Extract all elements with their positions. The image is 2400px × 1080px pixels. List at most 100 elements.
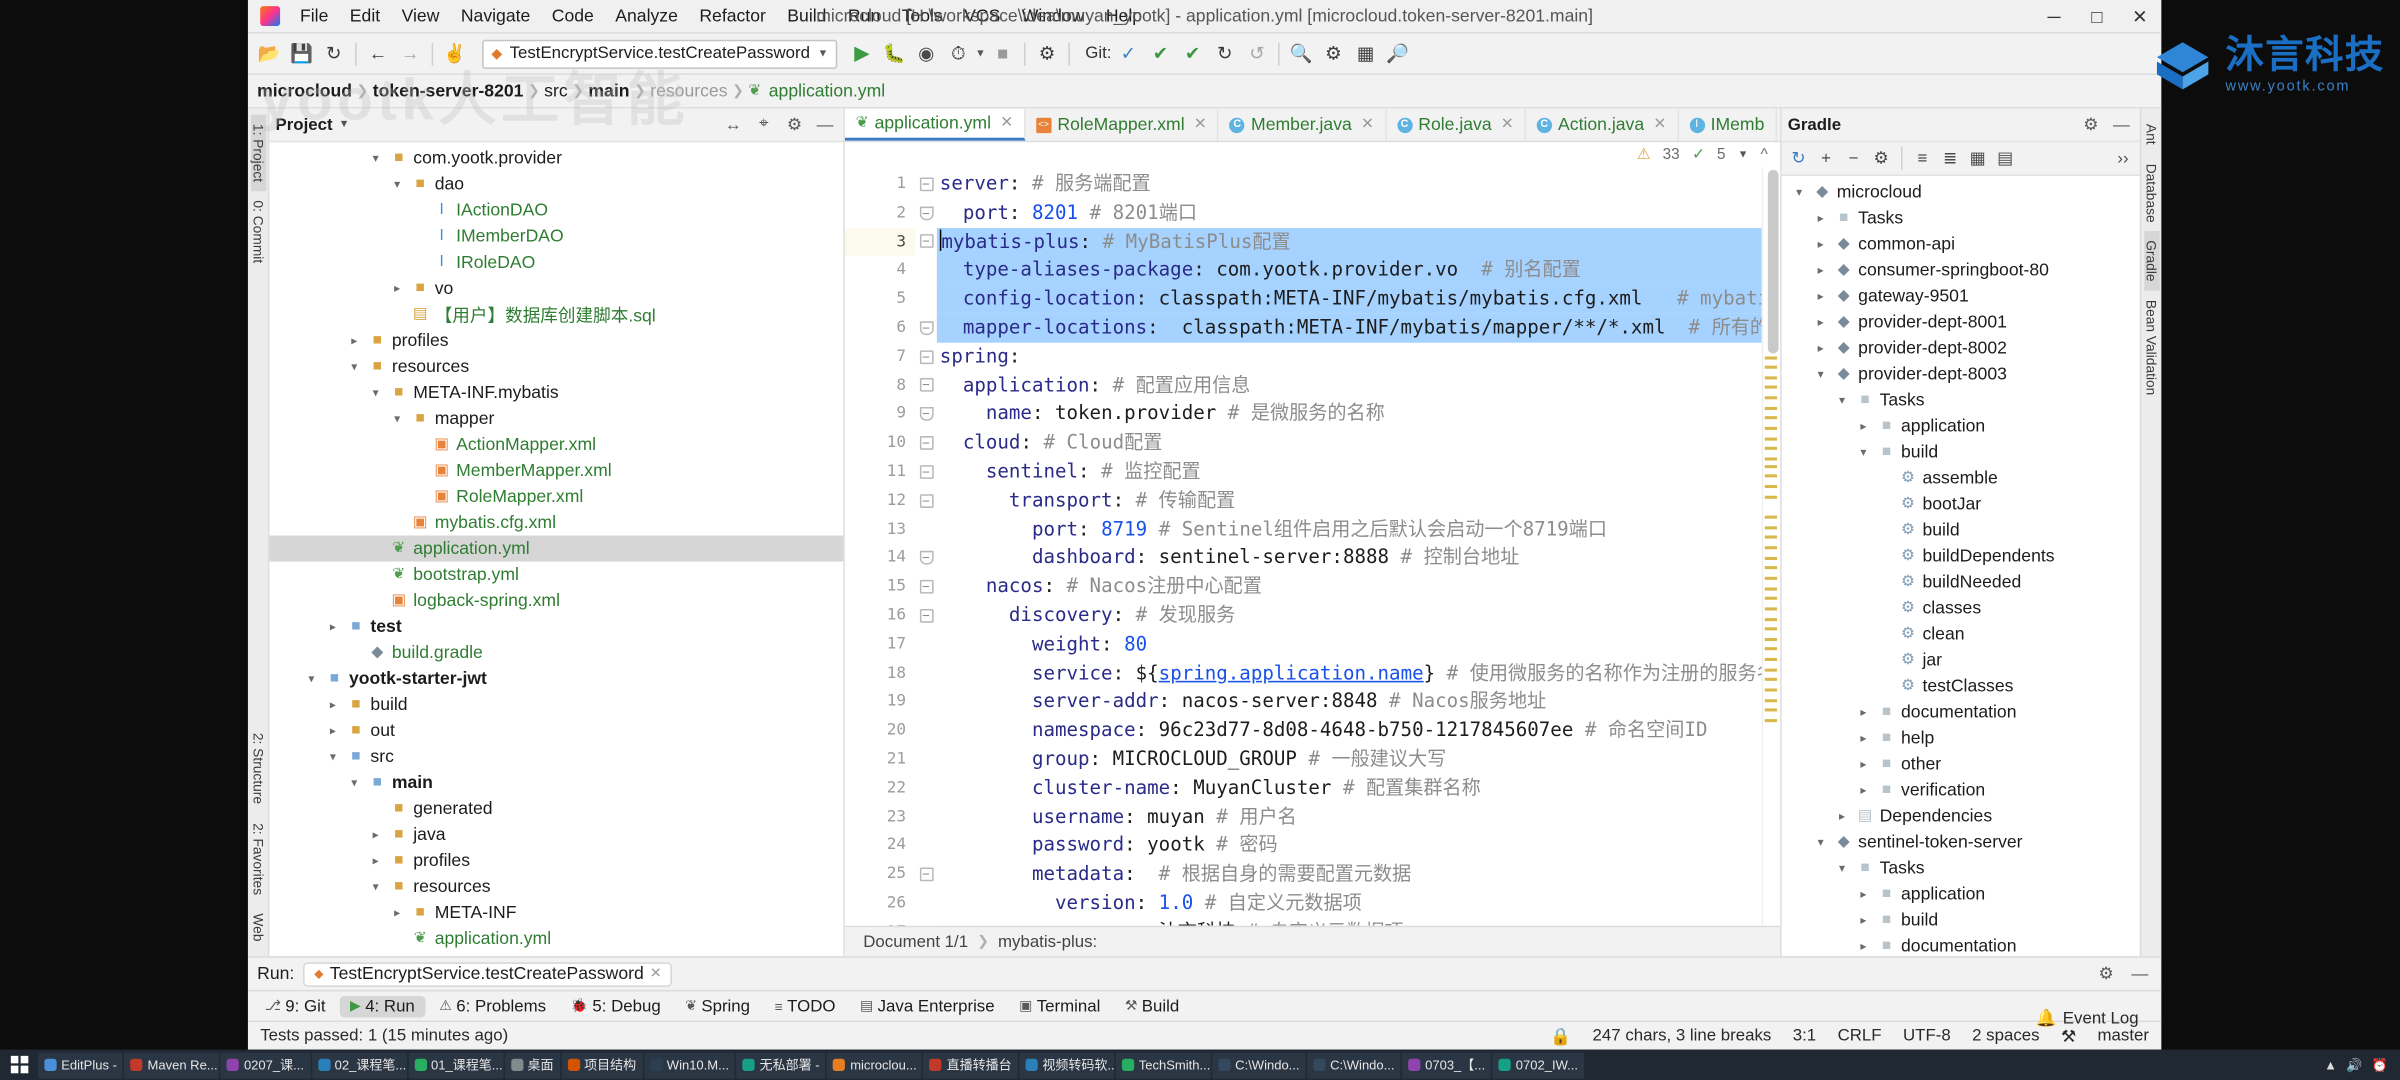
fold-marker-slot[interactable]: [915, 745, 936, 774]
code-line[interactable]: mybatis-plus: # MyBatisPlus配置: [936, 227, 1762, 257]
gradle-tree-row[interactable]: ⚙ assemble: [1782, 465, 2140, 491]
chevron-right-icon[interactable]: ▸: [389, 906, 406, 920]
scrollbar-thumb[interactable]: [1767, 169, 1779, 354]
fold-collapse-icon[interactable]: −: [919, 867, 933, 882]
lock-icon[interactable]: 🔒: [1550, 1026, 1571, 1045]
tree-row[interactable]: ▸ ■ test: [269, 614, 843, 640]
tray-network-icon[interactable]: ▲: [2324, 1056, 2337, 1073]
chevron-right-icon[interactable]: ▸: [1812, 211, 1829, 225]
breadcrumb-item-main[interactable]: main: [588, 82, 629, 100]
add-icon[interactable]: +: [1814, 146, 1838, 170]
fold-marker-slot[interactable]: −: [915, 486, 936, 515]
chevron-down-icon[interactable]: ▾: [1812, 367, 1829, 381]
find-icon[interactable]: 🔎: [1382, 38, 1413, 69]
close-icon[interactable]: ✕: [650, 965, 662, 982]
editor-scrollbar[interactable]: [1766, 167, 1780, 926]
collapse-all-icon[interactable]: ≡: [1910, 146, 1934, 170]
hide-icon[interactable]: —: [2109, 112, 2133, 136]
taskbar-item[interactable]: 0703_【...: [1402, 1051, 1492, 1078]
fold-gutter[interactable]: − − − − − − − − − − − − − −: [915, 166, 937, 926]
locate-icon[interactable]: ⌖: [752, 112, 776, 136]
taskbar-item[interactable]: 02_课程笔...: [311, 1051, 407, 1078]
git-history-icon[interactable]: ↻: [1209, 38, 1240, 69]
fold-collapse-icon[interactable]: −: [919, 579, 933, 594]
close-tab-icon[interactable]: ✕: [1361, 116, 1374, 133]
save-all-icon[interactable]: 💾: [286, 38, 317, 69]
gradle-tree-row[interactable]: ⚙ testClasses: [1782, 673, 2140, 699]
git-commit-icon[interactable]: ✔: [1145, 38, 1176, 69]
git-push-icon[interactable]: ✔: [1177, 38, 1208, 69]
sidebar-tab-gradle[interactable]: Gradle: [2143, 231, 2159, 291]
toggle-offline-icon[interactable]: ▦: [1965, 146, 1989, 170]
code-line[interactable]: config-location: classpath:META-INF/myba…: [936, 284, 1762, 314]
sync-icon[interactable]: ↻: [318, 38, 349, 69]
code-line[interactable]: username: muyan # 用户名: [937, 803, 1762, 832]
gradle-tree-row[interactable]: ▸ ■ build: [1782, 907, 2140, 933]
taskbar-item[interactable]: TechSmith...: [1115, 1051, 1211, 1078]
fold-end-icon[interactable]: −: [919, 551, 933, 565]
fold-marker-slot[interactable]: −: [915, 371, 936, 400]
profile-icon[interactable]: ⏱: [943, 38, 974, 69]
fold-marker-slot[interactable]: [915, 803, 936, 832]
editor-tab-role-java[interactable]: C Role.java ✕: [1386, 108, 1526, 141]
code-line[interactable]: server: # 服务端配置: [937, 170, 1762, 199]
bottom-tab-spring[interactable]: ❦ Spring: [674, 995, 760, 1016]
taskbar-item[interactable]: C:\Windo...: [1212, 1051, 1306, 1078]
close-tab-icon[interactable]: ✕: [1194, 116, 1207, 133]
taskbar-item[interactable]: 01_课程笔...: [408, 1051, 503, 1078]
gradle-tree-row[interactable]: ▸ ■ documentation: [1782, 933, 2140, 956]
chevron-down-icon[interactable]: ▾: [367, 880, 384, 894]
sidebar-tab-database[interactable]: Database: [2144, 154, 2159, 231]
breadcrumb-item-src[interactable]: src: [544, 82, 567, 100]
menu-item-vcs[interactable]: VCS: [953, 4, 1011, 28]
chevron-right-icon[interactable]: ▸: [1855, 757, 1872, 771]
run-tab[interactable]: ◆ TestEncryptService.testCreatePassword …: [303, 961, 673, 987]
run-coverage-icon[interactable]: ◉: [911, 38, 942, 69]
taskbar-item[interactable]: 0207_课...: [220, 1051, 311, 1078]
sidebar-tab-favorites[interactable]: 2: Favorites: [250, 813, 265, 903]
tree-row[interactable]: ▣ logback-spring.xml: [269, 588, 843, 614]
git-rollback-icon[interactable]: ↺: [1242, 38, 1273, 69]
tree-row[interactable]: ◆ build.gradle: [269, 640, 843, 666]
caret-position[interactable]: 3:1: [1793, 1027, 1816, 1045]
chevron-right-icon[interactable]: ▸: [1855, 705, 1872, 719]
gear-icon[interactable]: ⚙: [2094, 962, 2118, 986]
tree-row[interactable]: ▾ ■ resources: [269, 353, 843, 379]
code-line[interactable]: port: 8201 # 8201端口: [937, 199, 1762, 228]
menu-item-view[interactable]: View: [391, 4, 450, 28]
code-line[interactable]: application: # 配置应用信息: [937, 371, 1762, 400]
chevron-down-icon[interactable]: ▾: [367, 151, 384, 165]
menu-item-analyze[interactable]: Analyze: [605, 4, 689, 28]
tree-row[interactable]: I IRoleDAO: [269, 249, 843, 275]
editor-tab-rolemapper-xml[interactable]: <> RoleMapper.xml ✕: [1025, 108, 1219, 141]
gradle-tree-row[interactable]: ▾ ◆ provider-dept-8003: [1782, 361, 2140, 387]
start-button-icon[interactable]: [3, 1055, 37, 1074]
code-line[interactable]: cluster-name: MuyanCluster # 配置集群名称: [937, 774, 1762, 803]
tree-row[interactable]: ❦ application.yml: [269, 926, 843, 952]
menu-item-edit[interactable]: Edit: [339, 4, 391, 28]
code-line[interactable]: metadata: # 根据自身的需要配置元数据: [937, 860, 1762, 889]
menu-item-code[interactable]: Code: [541, 4, 605, 28]
git-update-icon[interactable]: ✓: [1113, 38, 1144, 69]
tree-row[interactable]: ▾ ■ META-INF.mybatis: [269, 379, 843, 405]
breadcrumb-item-resources[interactable]: resources: [650, 82, 727, 100]
gradle-tree-row[interactable]: ⚙ bootJar: [1782, 491, 2140, 517]
fold-marker-slot[interactable]: −: [915, 457, 936, 486]
fold-marker-slot[interactable]: [915, 630, 936, 659]
code-line[interactable]: group: MICROCLOUD_GROUP # 一般建议大写: [937, 745, 1762, 774]
gradle-tree-row[interactable]: ▸ ◆ consumer-springboot-80: [1782, 257, 2140, 283]
sidebar-tab-structure[interactable]: 2: Structure: [250, 724, 265, 814]
code-line[interactable]: service: ${spring.application.name} # 使用…: [937, 659, 1762, 688]
chevron-down-icon[interactable]: ▾: [346, 360, 363, 374]
fold-marker-slot[interactable]: −: [915, 860, 936, 889]
tree-row[interactable]: ❦ bootstrap.yml: [269, 562, 843, 588]
gradle-tree-row[interactable]: ▾ ◆ sentinel-token-server: [1782, 829, 2140, 855]
breadcrumb-item-microcloud[interactable]: microcloud: [257, 82, 352, 100]
gradle-tree-row[interactable]: ▸ ◆ gateway-9501: [1782, 283, 2140, 309]
tray-volume-icon[interactable]: 🔊: [2346, 1056, 2362, 1073]
fold-collapse-icon[interactable]: −: [919, 177, 933, 192]
fold-marker-slot[interactable]: −: [915, 429, 936, 458]
chevron-down-icon[interactable]: ▾: [1812, 835, 1829, 849]
fold-collapse-icon[interactable]: −: [919, 493, 933, 508]
gradle-tree-row[interactable]: ▸ ■ application: [1782, 881, 2140, 907]
